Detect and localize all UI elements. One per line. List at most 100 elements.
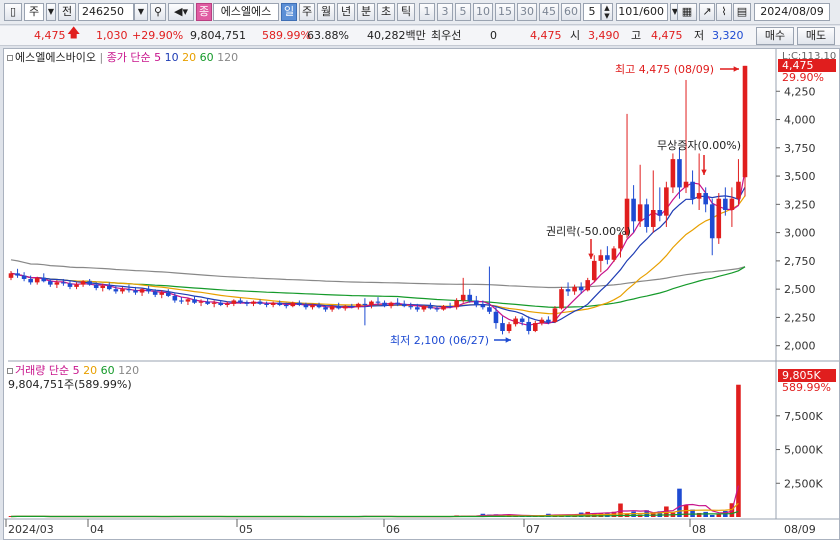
interval-count-input[interactable]: 5 [583, 3, 601, 21]
chart-panel[interactable]: 에스엘에스바이오 | 종가 단순 5 10 20 60 120 거래량 단순 5… [3, 48, 840, 540]
candle-body [690, 181, 695, 199]
candle-body [539, 319, 545, 324]
candle-body [401, 303, 407, 307]
candle-body [493, 311, 499, 324]
candle-body [15, 273, 20, 276]
bonus-annotation: 무상증자(0.00%) [657, 139, 742, 152]
interval-30[interactable]: 30 [517, 3, 537, 21]
save-icon[interactable]: ▤ [733, 3, 751, 21]
price-tick-label: 4,250 [784, 85, 816, 98]
period-month[interactable]: 월 [317, 3, 335, 21]
chevron-down-icon[interactable]: ▼ [46, 3, 56, 21]
candle-body [290, 302, 296, 307]
candle-body [172, 295, 178, 301]
low-label: 저 [694, 29, 705, 42]
date-tick-label: 2024/03 [8, 523, 54, 536]
price-tick-label: 3,500 [784, 170, 816, 183]
interval-5[interactable]: 5 [455, 3, 471, 21]
date-input[interactable]: 2024/08/09 [754, 3, 830, 21]
price-change: 1,030 [96, 29, 128, 42]
candle-body [736, 181, 741, 199]
candle-body [650, 210, 656, 227]
date-tick-label: 07 [526, 523, 540, 536]
stock-tag-icon[interactable]: 종 [196, 3, 212, 21]
period-tick[interactable]: 틱 [397, 3, 415, 21]
price-tick-label: 2,250 [784, 311, 816, 324]
spinner-icon[interactable]: ▲ ▼ [601, 3, 613, 21]
candle-body [61, 282, 66, 284]
candle-body [67, 283, 73, 287]
candle-body [467, 294, 473, 301]
volume-ratio: 589.99% [262, 29, 311, 42]
up-arrow-icon: 🡅 [67, 26, 81, 41]
candle-body [218, 302, 224, 305]
candle-body [670, 159, 676, 188]
interval-1[interactable]: 1 [419, 3, 435, 21]
candle-body [513, 318, 518, 325]
quote-bar: 4,475 🡅 1,030 +29.90% 9,804,751 589.99% … [0, 26, 840, 46]
sell-button[interactable]: 매도 [797, 27, 835, 45]
grid-tool-icon[interactable]: ▦ [677, 3, 697, 21]
candle-body [369, 301, 374, 305]
candle-body [264, 303, 269, 305]
mode-button[interactable]: 전 [58, 3, 76, 21]
period-minute[interactable]: 분 [357, 3, 375, 21]
candle-body [375, 301, 381, 303]
page-counter: 101/600 [616, 3, 668, 21]
speaker-icon[interactable]: ◀▾ [168, 3, 194, 21]
period-day[interactable]: 일 [281, 3, 297, 21]
search-icon[interactable]: ⚲ [150, 3, 166, 21]
candle-body [277, 302, 282, 305]
high-label: 고 [631, 29, 642, 42]
candle-body [591, 260, 597, 281]
priority-label: 최우선 [431, 29, 462, 42]
current-price-2: 4,475 [530, 29, 562, 42]
candle-body [34, 277, 40, 283]
volume-bar [716, 514, 722, 517]
trade-amount: 40,282백만 [367, 29, 426, 42]
period-year[interactable]: 년 [337, 3, 355, 21]
interval-60[interactable]: 60 [561, 3, 581, 21]
candle-body [605, 255, 610, 260]
interval-15[interactable]: 15 [495, 3, 515, 21]
volume-value: 9,804,751 [190, 29, 246, 42]
volume-ma5-line [10, 485, 739, 518]
candle-body [8, 273, 14, 278]
candle-body [165, 292, 171, 296]
low-arrow-icon-head [505, 337, 511, 343]
candle-body [126, 289, 132, 291]
price-tick-label: 3,750 [784, 142, 816, 155]
rights-arrow-icon-head [588, 253, 594, 259]
interval-45[interactable]: 45 [539, 3, 559, 21]
candle-body [382, 302, 387, 307]
period-second[interactable]: 초 [377, 3, 395, 21]
code-dropdown-icon[interactable]: ▼ [134, 3, 148, 21]
candle-body [611, 248, 617, 260]
stock-code-input[interactable]: 246250 [78, 3, 134, 21]
interval-3[interactable]: 3 [437, 3, 453, 21]
candle-body [270, 302, 276, 305]
candle-body [657, 210, 663, 216]
stock-name-field[interactable]: 에스엘에스 [213, 3, 279, 21]
chart-tool-icon[interactable]: ⌇ [716, 3, 732, 21]
drawing-tool-icon[interactable]: ↗ [699, 3, 715, 21]
candle-body [408, 306, 414, 308]
period-week[interactable]: 주 [299, 3, 315, 21]
market-select[interactable]: 주 [24, 3, 44, 21]
interval-10[interactable]: 10 [473, 3, 493, 21]
candle-body [447, 306, 453, 308]
toolbar: ▯ 주 ▼ 전 246250 ▼ ⚲ ◀▾ 종 에스엘에스 일 주 월 년 분 … [0, 0, 840, 25]
volume-bar [631, 511, 636, 517]
candle-body [434, 308, 440, 310]
buy-button[interactable]: 매수 [756, 27, 794, 45]
candlestick-chart: 4,250 4,000 3,750 3,500 3,250 3,000 2,750 2,500… [4, 49, 839, 536]
price-change-pct: +29.90% [132, 29, 184, 42]
chart-menu-icon[interactable]: ▯ [4, 3, 22, 21]
candle-body [192, 299, 197, 303]
candle-body [500, 323, 505, 331]
low-annotation: 최저 2,100 (06/27) [390, 334, 490, 347]
candle-body [224, 303, 230, 305]
candle-body [644, 204, 649, 227]
price-tick-label: 2,000 [784, 340, 816, 353]
candle-body [677, 159, 682, 188]
